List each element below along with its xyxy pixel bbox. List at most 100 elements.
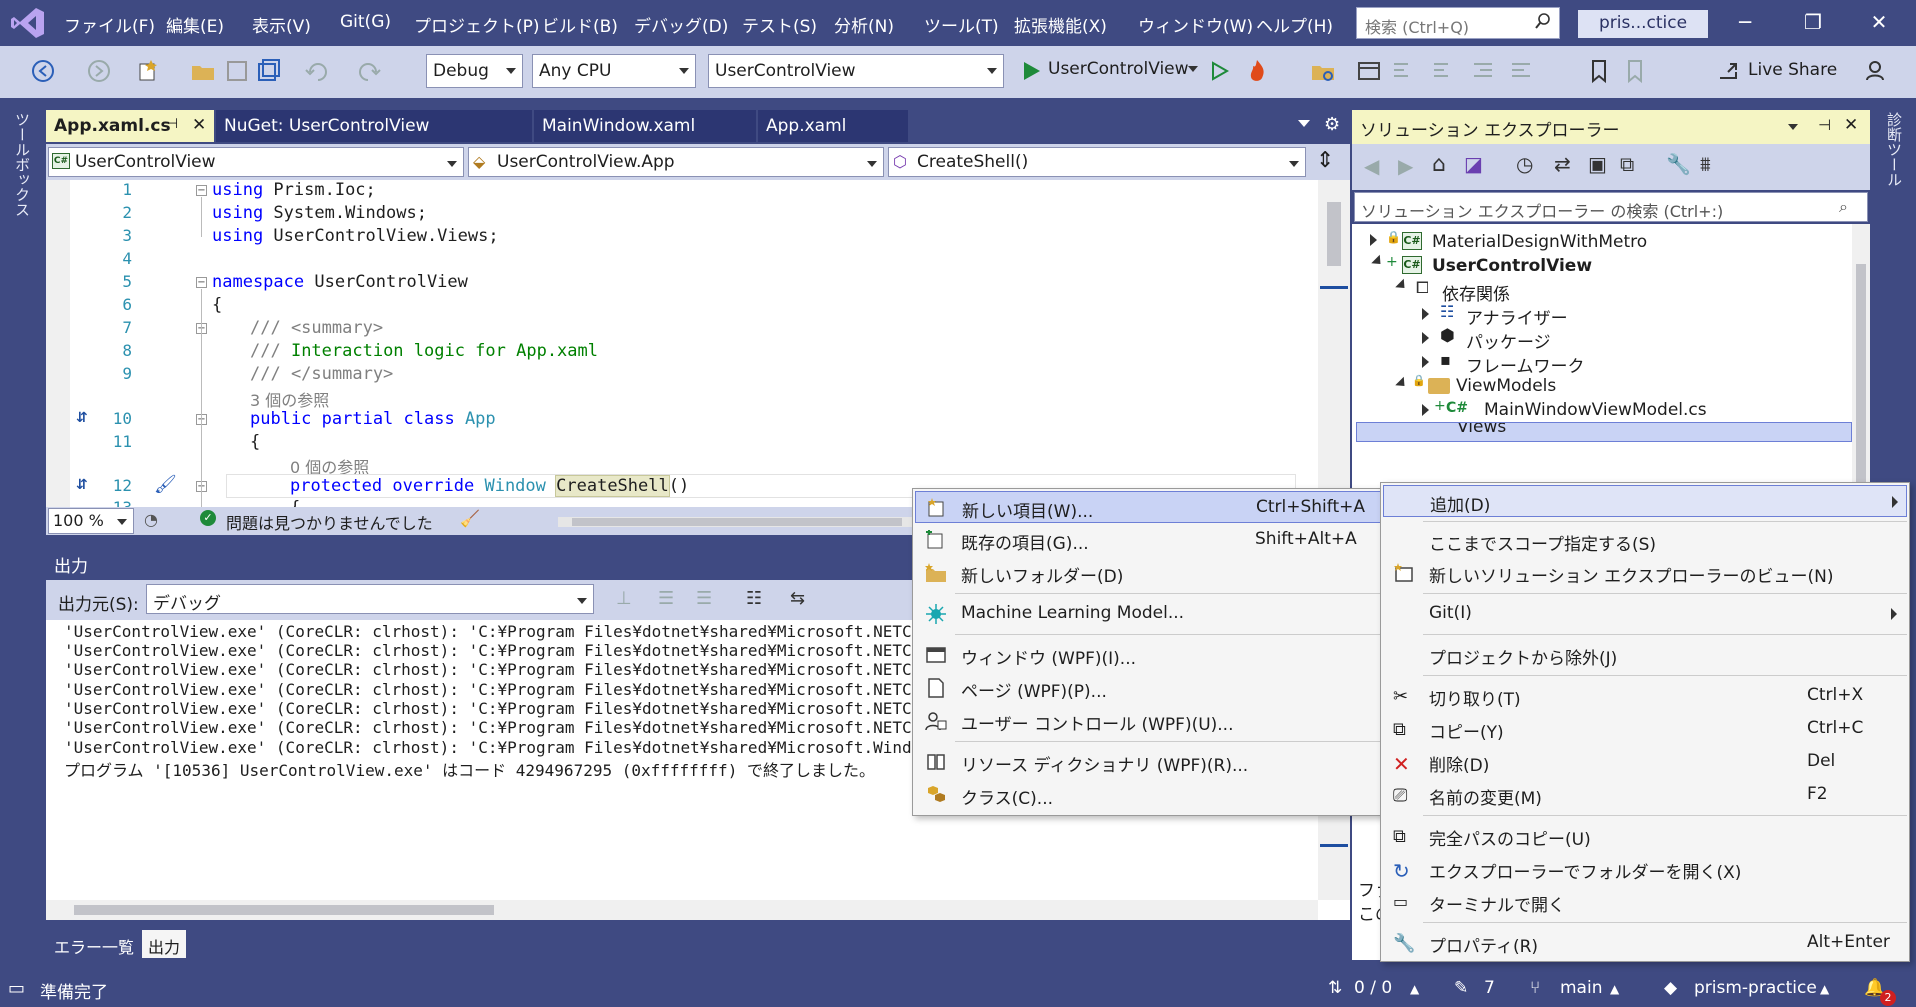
solution-folder-icon[interactable] bbox=[1310, 58, 1336, 84]
outdent-icon[interactable] bbox=[1508, 58, 1534, 84]
menu-item-cut[interactable]: ✂ 切り取り(T) Ctrl+X bbox=[1383, 680, 1907, 712]
properties-icon[interactable]: 🔧 bbox=[1666, 152, 1691, 176]
tab-overflow-icon[interactable] bbox=[1298, 120, 1310, 127]
search-input[interactable]: 検索 (Ctrl+Q) bbox=[1356, 7, 1560, 39]
menu-item-open-in-explorer[interactable]: ↻ エクスプローラーでフォルダーを開く(X) bbox=[1383, 853, 1907, 885]
tree-item-frameworks[interactable]: フレームワーク bbox=[1466, 352, 1585, 377]
menu-item-exclude-from-project[interactable]: プロジェクトから除外(J) bbox=[1383, 639, 1907, 671]
close-icon[interactable]: ✕ bbox=[1844, 115, 1858, 135]
home-icon[interactable]: ⌂ bbox=[1432, 152, 1446, 177]
scrollbar-thumb[interactable] bbox=[1327, 202, 1341, 266]
menu-item-new-se-view[interactable]: 新しいソリューション エクスプローラーのビュー(N) bbox=[1383, 557, 1907, 589]
chevron-up-icon[interactable]: ▲ bbox=[1410, 982, 1419, 996]
chevron-up-icon[interactable]: ▲ bbox=[1610, 982, 1619, 996]
quick-action-icon[interactable]: 🖌 bbox=[154, 474, 177, 495]
menu-item-existing-item[interactable]: 既存の項目(G)... Shift+Alt+A bbox=[915, 524, 1383, 556]
live-share-icon[interactable] bbox=[1716, 58, 1742, 84]
window-menu-icon[interactable] bbox=[1788, 124, 1798, 130]
bookmark-icon[interactable] bbox=[1586, 58, 1612, 84]
cleanup-icon[interactable]: 🧹 bbox=[460, 509, 480, 528]
visual-studio-logo-icon[interactable] bbox=[10, 6, 46, 40]
zoom-dropdown[interactable]: 100 % bbox=[48, 508, 134, 534]
collapse-icon[interactable]: − bbox=[196, 185, 207, 196]
toolbox-tab[interactable]: ツールボックス bbox=[12, 112, 33, 217]
menu-tools[interactable]: ツール(T) bbox=[924, 12, 999, 37]
tree-item-analyzers[interactable]: アナライザー bbox=[1466, 304, 1568, 329]
word-wrap-icon[interactable]: ⇆ bbox=[790, 588, 805, 609]
menu-help[interactable]: ヘルプ(H) bbox=[1256, 12, 1333, 37]
forward-icon[interactable]: ▶ bbox=[1398, 154, 1413, 178]
save-icon[interactable] bbox=[224, 58, 250, 84]
open-folder-icon[interactable] bbox=[190, 58, 216, 84]
menu-item-copy[interactable]: ⧉ コピー(Y) Ctrl+C bbox=[1383, 713, 1907, 745]
output-source-dropdown[interactable]: デバッグ bbox=[146, 584, 594, 614]
menu-view[interactable]: 表示(V) bbox=[252, 12, 311, 37]
expand-icon[interactable] bbox=[1422, 356, 1429, 368]
menu-item-open-in-terminal[interactable]: ▭ ターミナルで開く bbox=[1383, 886, 1907, 918]
save-all-icon[interactable] bbox=[256, 58, 282, 84]
tree-item-materialdesign[interactable]: MaterialDesignWithMetro bbox=[1432, 232, 1647, 252]
sync-count[interactable]: 0 / 0 bbox=[1354, 978, 1392, 998]
menu-window[interactable]: ウィンドウ(W) bbox=[1138, 12, 1253, 37]
code-editor[interactable]: 1 2 3 4 5 6 7 8 9 10 11 12 13 ⇵ ⇵ 🖌 − − … bbox=[46, 180, 1350, 507]
menu-item-new-folder[interactable]: 新しいフォルダー(D) bbox=[915, 557, 1383, 589]
show-all-files-icon[interactable]: ⧉ bbox=[1620, 152, 1634, 176]
startup-project-dropdown[interactable]: UserControlView bbox=[708, 54, 1004, 88]
pending-changes-icon[interactable]: ◷ bbox=[1516, 152, 1533, 176]
git-repository[interactable]: prism-practice bbox=[1694, 978, 1817, 998]
tree-item-usercontrolview[interactable]: UserControlView bbox=[1432, 256, 1592, 276]
menu-item-scope-to-this[interactable]: ここまでスコープ指定する(S) bbox=[1383, 525, 1907, 557]
chevron-down-icon[interactable] bbox=[1188, 66, 1198, 72]
sync-icon[interactable]: ⇄ bbox=[1554, 152, 1571, 176]
tab-error-list[interactable]: エラー一覧 bbox=[48, 930, 140, 958]
back-icon[interactable]: ◀ bbox=[1364, 154, 1379, 178]
layout-icon[interactable] bbox=[1356, 58, 1382, 84]
indent-icon[interactable] bbox=[1470, 58, 1496, 84]
expand-icon[interactable] bbox=[1422, 332, 1429, 344]
menu-item-copy-full-path[interactable]: ⧉ 完全パスのコピー(U) bbox=[1383, 820, 1907, 852]
menu-extensions[interactable]: 拡張機能(X) bbox=[1014, 12, 1107, 37]
git-branch[interactable]: main bbox=[1560, 978, 1602, 998]
collapse-all-icon[interactable]: ▣ bbox=[1588, 152, 1607, 176]
tree-item-mainwindowviewmodel[interactable]: MainWindowViewModel.cs bbox=[1484, 400, 1707, 420]
menu-item-user-control-wpf[interactable]: ユーザー コントロール (WPF)(U)... bbox=[915, 705, 1383, 737]
output-window-icon[interactable]: ▭ bbox=[8, 978, 25, 999]
tab-nuget[interactable]: NuGet: UserControlView bbox=[216, 110, 532, 142]
configuration-dropdown[interactable]: Debug bbox=[426, 54, 523, 88]
split-editor-icon[interactable]: ⇕ bbox=[1316, 148, 1334, 173]
menu-file[interactable]: ファイル(F) bbox=[64, 12, 155, 37]
menu-item-git[interactable]: Git(I) bbox=[1383, 598, 1907, 630]
menu-item-class[interactable]: クラス(C)... bbox=[915, 779, 1383, 811]
minimize-icon[interactable]: ─ bbox=[1732, 10, 1758, 36]
codelens-references[interactable]: 3 個の参照 bbox=[250, 387, 329, 411]
menu-analyze[interactable]: 分析(N) bbox=[834, 12, 894, 37]
menu-test[interactable]: テスト(S) bbox=[742, 12, 817, 37]
vs-switch-icon[interactable]: ◪ bbox=[1464, 152, 1483, 176]
gear-icon[interactable]: ⚙ bbox=[1324, 114, 1340, 135]
collapse-icon[interactable]: − bbox=[196, 277, 207, 288]
diagnostic-tools-tab[interactable]: 診断ツール bbox=[1884, 112, 1905, 187]
expand-icon[interactable] bbox=[1422, 308, 1429, 320]
platform-dropdown[interactable]: Any CPU bbox=[532, 54, 696, 88]
restore-icon[interactable]: ❐ bbox=[1800, 10, 1826, 36]
clear-all-icon[interactable]: ☷ bbox=[746, 588, 762, 609]
collapse-icon[interactable] bbox=[1395, 278, 1409, 293]
back-icon[interactable] bbox=[30, 58, 56, 84]
comment-icon[interactable] bbox=[1390, 58, 1416, 84]
live-share-button[interactable]: Live Share bbox=[1748, 60, 1837, 80]
start-debug-icon[interactable] bbox=[1018, 58, 1044, 84]
close-icon[interactable]: ✕ bbox=[1866, 10, 1892, 36]
menu-edit[interactable]: 編集(E) bbox=[166, 12, 224, 37]
menu-item-window-wpf[interactable]: ウィンドウ (WPF)(I)... bbox=[915, 639, 1383, 671]
output-horizontal-scrollbar[interactable] bbox=[46, 900, 1318, 920]
tab-app-xaml[interactable]: App.xaml bbox=[758, 110, 908, 142]
menu-item-new-item[interactable]: 新しい項目(W)... Ctrl+Shift+A bbox=[915, 491, 1383, 523]
pin-icon[interactable]: ⊣ bbox=[166, 116, 178, 132]
class-nav-dropdown[interactable]: ⬙ UserControlView.App bbox=[468, 147, 884, 177]
override-glyph-icon[interactable]: ⇵ bbox=[76, 410, 88, 426]
find-message-icon[interactable]: ⊥ bbox=[616, 588, 632, 609]
prev-message-icon[interactable]: ☰ bbox=[658, 588, 674, 609]
feedback-icon[interactable] bbox=[1864, 58, 1890, 84]
bookmark-prev-icon[interactable] bbox=[1622, 58, 1648, 84]
hot-reload-icon[interactable] bbox=[1244, 58, 1270, 84]
